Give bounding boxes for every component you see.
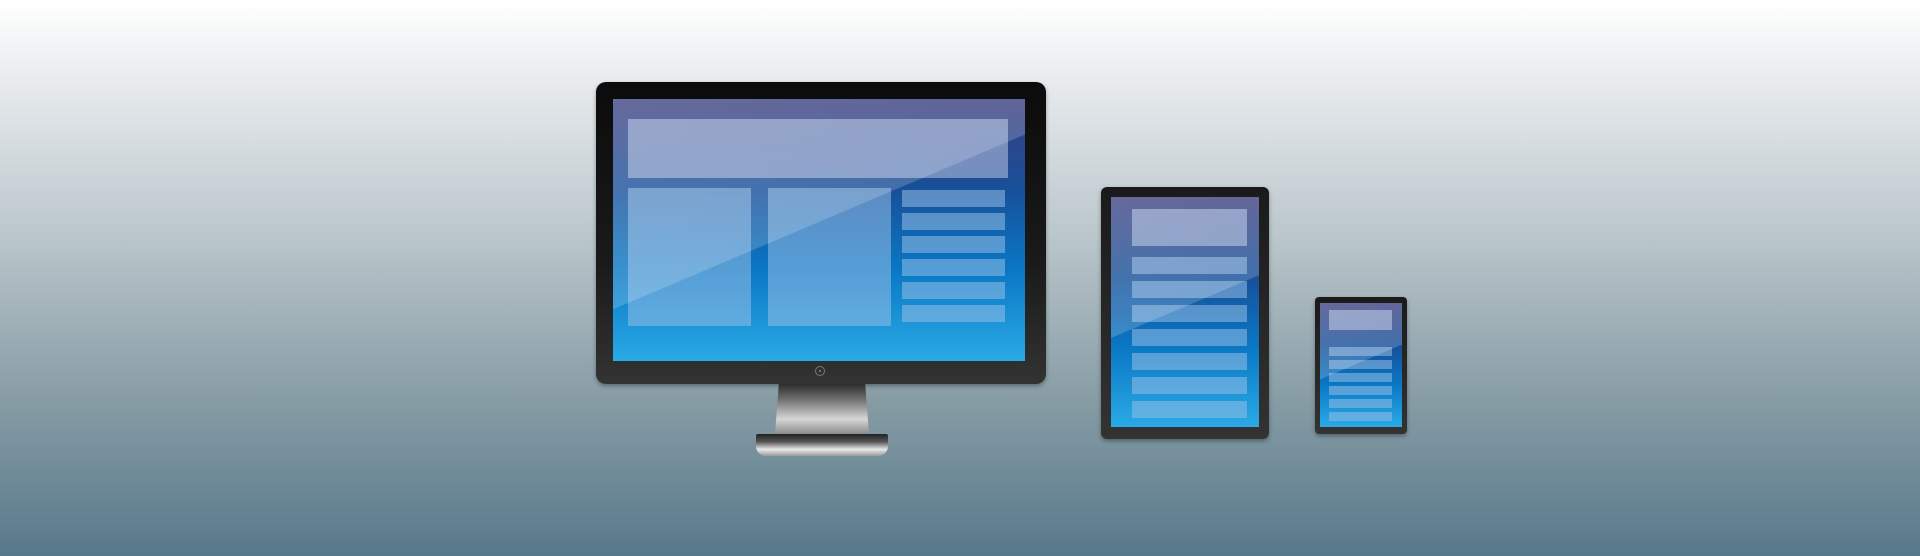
layout-header-block — [628, 119, 1008, 178]
layout-list-row — [902, 282, 1005, 299]
phone-screen — [1320, 303, 1402, 427]
layout-list-row — [1329, 386, 1392, 395]
layout-list-row — [1132, 329, 1247, 346]
power-button-icon — [815, 366, 825, 376]
layout-list-row — [1329, 360, 1392, 369]
layout-list-row — [1132, 401, 1247, 418]
monitor-stand-neck — [775, 384, 869, 434]
tablet-screen — [1111, 197, 1259, 427]
layout-list-row — [1329, 347, 1392, 356]
layout-content-block — [768, 188, 891, 326]
tablet-icon — [1101, 187, 1269, 439]
layout-list-row — [1329, 412, 1392, 421]
desktop-monitor-icon — [596, 82, 1046, 384]
layout-content-block — [628, 188, 751, 326]
layout-list-row — [1132, 305, 1247, 322]
layout-list-row — [1132, 377, 1247, 394]
layout-header-block — [1329, 310, 1392, 330]
layout-list-row — [902, 190, 1005, 207]
layout-list-row — [902, 305, 1005, 322]
layout-list-row — [902, 259, 1005, 276]
layout-list-row — [1329, 399, 1392, 408]
monitor-screen — [613, 99, 1025, 361]
layout-header-block — [1132, 209, 1247, 246]
phone-icon — [1315, 297, 1407, 434]
monitor-stand-base — [756, 434, 888, 456]
layout-list-row — [1132, 257, 1247, 274]
layout-list-row — [1329, 373, 1392, 382]
layout-list-row — [902, 213, 1005, 230]
layout-list-row — [1132, 281, 1247, 298]
layout-list-row — [902, 236, 1005, 253]
layout-list-row — [1132, 353, 1247, 370]
